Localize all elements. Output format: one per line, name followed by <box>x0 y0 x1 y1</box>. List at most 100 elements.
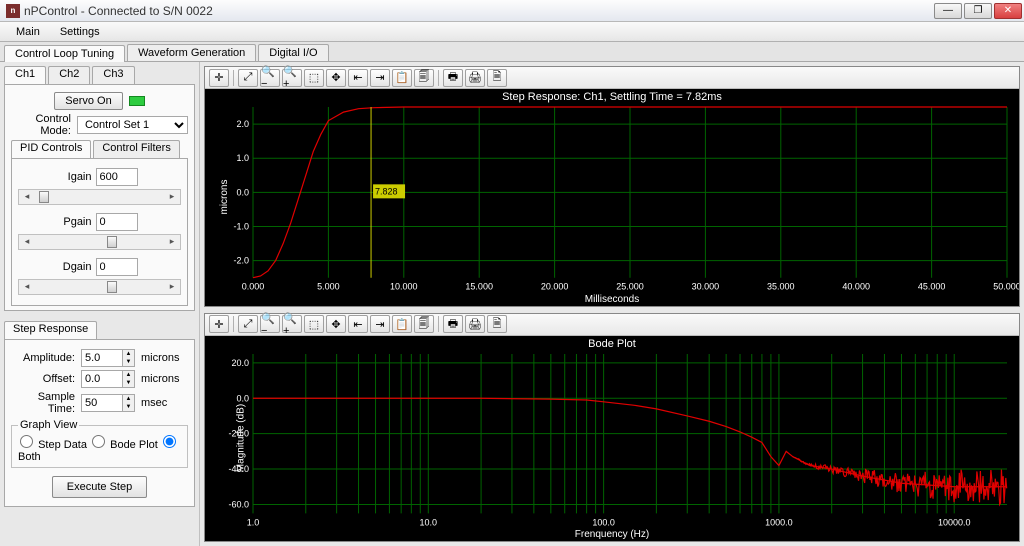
svg-text:35.000: 35.000 <box>767 282 795 292</box>
chart-tool-9[interactable]: 📋 <box>392 315 412 333</box>
chart-tool-10[interactable]: 🗐 <box>414 69 434 87</box>
offset-input[interactable] <box>81 370 123 388</box>
servo-on-button[interactable]: Servo On <box>54 92 122 110</box>
svg-text:-60.0: -60.0 <box>228 499 249 509</box>
svg-text:10000.0: 10000.0 <box>938 517 971 527</box>
svg-text:25.000: 25.000 <box>616 282 644 292</box>
graph-view-group: Graph View Step Data Bode Plot Both <box>11 419 188 468</box>
amplitude-input[interactable] <box>81 349 123 367</box>
igain-input[interactable] <box>96 168 138 186</box>
chart-tool-7[interactable]: ⇤ <box>348 69 368 87</box>
tab-pid-controls[interactable]: PID Controls <box>11 140 91 158</box>
igain-slider[interactable]: ◂▸ <box>18 189 181 205</box>
sample-time-label: Sample Time: <box>11 391 81 415</box>
chart-tool-8[interactable]: ⇥ <box>370 315 390 333</box>
servo-led-icon <box>129 96 145 106</box>
dgain-input[interactable] <box>96 258 138 276</box>
tab-step-response[interactable]: Step Response <box>4 321 97 339</box>
amplitude-label: Amplitude: <box>11 352 81 364</box>
main-tabstrip: Control Loop Tuning Waveform Generation … <box>0 42 1024 62</box>
offset-label: Offset: <box>11 373 81 385</box>
step-response-chart: ✛⤢🔍−🔍+⬚✥⇤⇥📋🗐🖶🖨🗎 Step Response: Ch1, Sett… <box>204 66 1020 307</box>
chart1-toolbar: ✛ ⤢🔍−🔍+⬚✥⇤⇥📋🗐 🖶🖨🗎 <box>205 67 1019 89</box>
sample-time-unit: msec <box>141 397 167 409</box>
tab-control-filters[interactable]: Control Filters <box>93 140 179 158</box>
chart-tool-12[interactable]: 🖶 <box>443 315 463 333</box>
chart-tool-3[interactable]: 🔍− <box>260 69 280 87</box>
tab-ch1[interactable]: Ch1 <box>4 66 46 84</box>
svg-text:7.828: 7.828 <box>375 186 398 196</box>
chart-tool-8[interactable]: ⇥ <box>370 69 390 87</box>
svg-text:0.0: 0.0 <box>236 187 249 197</box>
svg-text:-2.0: -2.0 <box>233 256 249 266</box>
tab-ch2[interactable]: Ch2 <box>48 66 90 84</box>
chart-tool-2[interactable]: ⤢ <box>238 69 258 87</box>
chart-tool-0[interactable]: ✛ <box>209 315 229 333</box>
chart-tool-12[interactable]: 🖶 <box>443 69 463 87</box>
svg-text:-40.0: -40.0 <box>228 464 249 474</box>
svg-text:1000.0: 1000.0 <box>765 517 793 527</box>
chart-tool-10[interactable]: 🗐 <box>414 315 434 333</box>
sample-time-spinner[interactable]: ▲▼ <box>123 394 135 412</box>
svg-text:10.0: 10.0 <box>420 517 438 527</box>
sample-time-input[interactable] <box>81 394 123 412</box>
tab-ch3[interactable]: Ch3 <box>92 66 134 84</box>
amplitude-spinner[interactable]: ▲▼ <box>123 349 135 367</box>
chart-tool-7[interactable]: ⇤ <box>348 315 368 333</box>
bode-plot-chart: ✛⤢🔍−🔍+⬚✥⇤⇥📋🗐🖶🖨🗎 Bode Plot Magnitude (dB)… <box>204 313 1020 542</box>
tab-waveform[interactable]: Waveform Generation <box>127 44 256 61</box>
pgain-slider[interactable]: ◂▸ <box>18 234 181 250</box>
close-button[interactable]: ✕ <box>994 3 1022 19</box>
radio-bode-plot[interactable]: Bode Plot <box>90 439 158 451</box>
svg-text:0.0: 0.0 <box>236 393 249 403</box>
control-mode-select[interactable]: Control Set 1 <box>77 116 188 134</box>
svg-text:1.0: 1.0 <box>247 517 260 527</box>
chart-tool-4[interactable]: 🔍+ <box>282 315 302 333</box>
svg-text:10.000: 10.000 <box>390 282 418 292</box>
svg-text:-20.0: -20.0 <box>228 428 249 438</box>
chart-tool-9[interactable]: 📋 <box>392 69 412 87</box>
radio-step-data[interactable]: Step Data <box>18 439 87 451</box>
chart-tool-3[interactable]: 🔍− <box>260 315 280 333</box>
chart-tool-0[interactable]: ✛ <box>209 69 229 87</box>
svg-text:0.000: 0.000 <box>242 282 265 292</box>
offset-spinner[interactable]: ▲▼ <box>123 370 135 388</box>
svg-text:40.000: 40.000 <box>842 282 870 292</box>
svg-text:20.0: 20.0 <box>231 358 249 368</box>
svg-text:1.0: 1.0 <box>236 153 249 163</box>
svg-text:20.000: 20.000 <box>541 282 569 292</box>
execute-step-button[interactable]: Execute Step <box>52 476 147 498</box>
svg-text:45.000: 45.000 <box>918 282 946 292</box>
app-icon: n <box>6 4 20 18</box>
chart-tool-2[interactable]: ⤢ <box>238 315 258 333</box>
minimize-button[interactable]: — <box>934 3 962 19</box>
menu-main[interactable]: Main <box>6 24 50 40</box>
chart-tool-14[interactable]: 🗎 <box>487 69 507 87</box>
chart2-toolbar: ✛ ⤢🔍−🔍+⬚✥⇤⇥📋🗐 🖶🖨🗎 <box>205 314 1019 336</box>
chart-tool-13[interactable]: 🖨 <box>465 315 485 333</box>
pgain-label: Pgain <box>62 216 96 228</box>
svg-text:30.000: 30.000 <box>692 282 720 292</box>
svg-text:15.000: 15.000 <box>465 282 493 292</box>
dgain-slider[interactable]: ◂▸ <box>18 279 181 295</box>
dgain-label: Dgain <box>62 261 96 273</box>
tab-control-loop[interactable]: Control Loop Tuning <box>4 45 125 62</box>
tab-digital-io[interactable]: Digital I/O <box>258 44 328 61</box>
graph-view-legend: Graph View <box>18 419 79 431</box>
amplitude-unit: microns <box>141 352 180 364</box>
menu-settings[interactable]: Settings <box>50 24 110 40</box>
chart-tool-4[interactable]: 🔍+ <box>282 69 302 87</box>
control-mode-label: Control Mode: <box>11 113 77 137</box>
chart-tool-6[interactable]: ✥ <box>326 69 346 87</box>
chart-tool-13[interactable]: 🖨 <box>465 69 485 87</box>
svg-text:100.0: 100.0 <box>592 517 615 527</box>
maximize-button[interactable]: ❐ <box>964 3 992 19</box>
chart-tool-6[interactable]: ✥ <box>326 315 346 333</box>
chart-tool-5[interactable]: ⬚ <box>304 315 324 333</box>
igain-label: Igain <box>62 171 96 183</box>
pgain-input[interactable] <box>96 213 138 231</box>
menu-bar: Main Settings <box>0 22 1024 42</box>
svg-text:5.000: 5.000 <box>317 282 340 292</box>
chart-tool-14[interactable]: 🗎 <box>487 315 507 333</box>
chart-tool-5[interactable]: ⬚ <box>304 69 324 87</box>
